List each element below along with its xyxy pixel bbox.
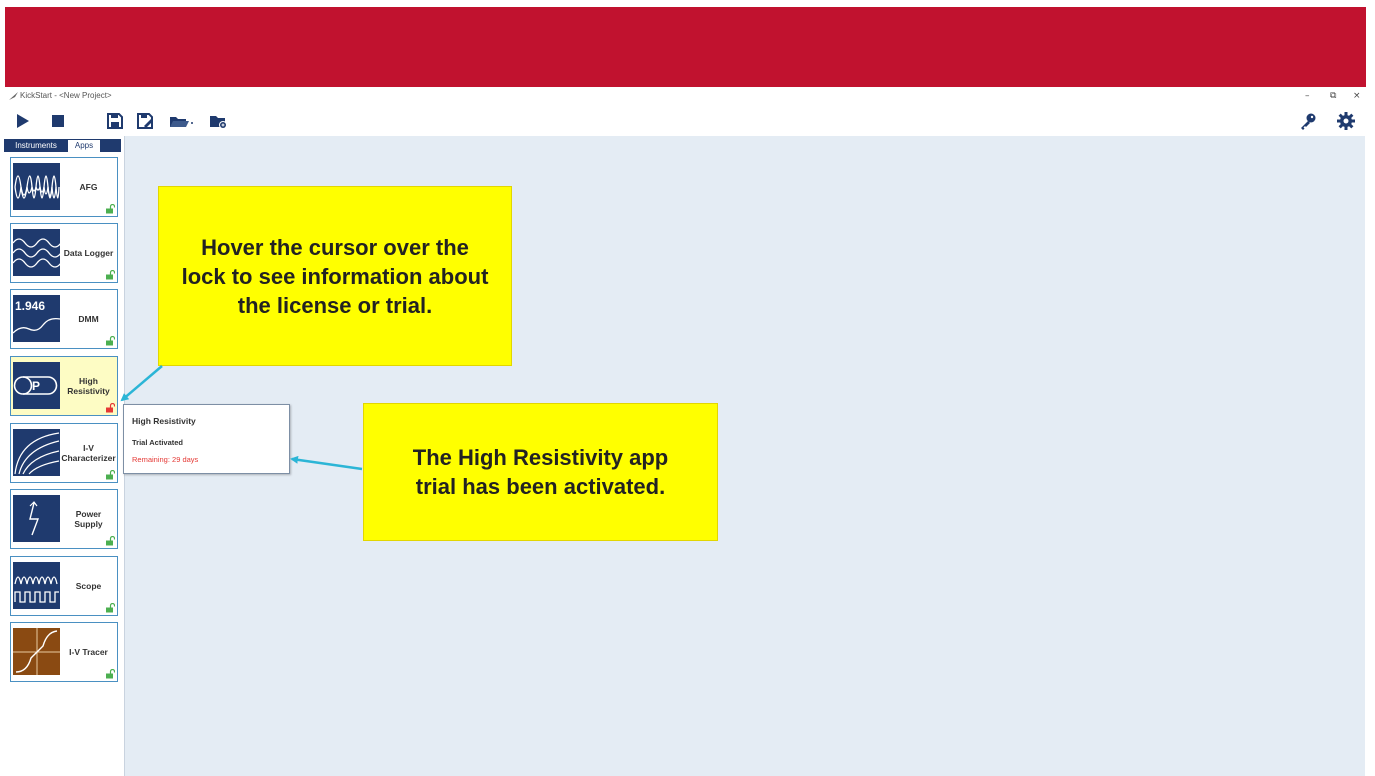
afg-waveform-icon (13, 163, 60, 210)
app-card-afg[interactable]: AFG (10, 157, 118, 217)
app-card-iv-characterizer[interactable]: I-V Characterizer (10, 423, 118, 483)
app-card-high-resistivity[interactable]: P High Resistivity (10, 356, 118, 416)
license-tooltip: High Resistivity Trial Activated Remaini… (123, 404, 290, 474)
tooltip-status: Trial Activated (132, 438, 183, 447)
tab-instruments[interactable]: Instruments (5, 140, 67, 152)
window-title: KickStart - <New Project> (20, 91, 112, 100)
app-card-iv-tracer[interactable]: I-V Tracer (10, 622, 118, 682)
sidebar-tabs: Instruments Apps (4, 139, 121, 152)
scope-icon (13, 562, 60, 609)
settings-gear-icon[interactable] (1336, 111, 1356, 131)
lock-open-icon[interactable] (105, 204, 115, 214)
close-button[interactable]: × (1353, 91, 1361, 101)
callout-lock-hint: Hover the cursor over the lock to see in… (158, 186, 512, 366)
callout-text: The High Resistivity app trial has been … (412, 445, 669, 499)
header-banner (5, 7, 1366, 87)
tab-apps[interactable]: Apps (68, 140, 100, 152)
lock-open-icon[interactable] (105, 270, 115, 280)
lock-open-icon[interactable] (105, 336, 115, 346)
restore-button[interactable]: ⧉ (1330, 91, 1336, 101)
lock-open-icon[interactable] (105, 470, 115, 480)
run-icon[interactable] (13, 111, 33, 131)
lock-open-icon[interactable] (105, 603, 115, 613)
sidebar: Instruments Apps AFG Data Logger 1.946 D… (0, 136, 125, 776)
callout-trial-info: The High Resistivity app trial has been … (363, 403, 718, 541)
toolbar (0, 106, 1375, 136)
window-titlebar: KickStart - <New Project> – ⧉ × (0, 88, 1375, 106)
lock-trial-icon[interactable] (105, 403, 115, 413)
license-key-icon[interactable] (1298, 111, 1318, 131)
iv-characterizer-icon (13, 429, 60, 476)
lock-open-icon[interactable] (105, 669, 115, 679)
dmm-icon: 1.946 (13, 295, 60, 342)
callout-text: Hover the cursor over the lock to see in… (181, 234, 489, 318)
window-edge (1365, 88, 1375, 776)
resistivity-symbol: P (32, 379, 40, 393)
minimize-button[interactable]: – (1305, 91, 1310, 101)
lock-open-icon[interactable] (105, 536, 115, 546)
app-card-scope[interactable]: Scope (10, 556, 118, 616)
save-as-icon[interactable] (135, 111, 155, 131)
app-card-data-logger[interactable]: Data Logger (10, 223, 118, 283)
data-logger-icon (13, 229, 60, 276)
new-folder-icon[interactable] (208, 111, 228, 131)
power-supply-icon (13, 495, 60, 542)
save-icon[interactable] (105, 111, 125, 131)
app-logo-icon (9, 92, 18, 100)
dmm-reading: 1.946 (15, 299, 45, 313)
tooltip-title: High Resistivity (132, 416, 196, 426)
open-folder-icon[interactable] (168, 111, 196, 131)
high-resistivity-icon: P (13, 362, 60, 409)
stop-icon[interactable] (48, 111, 68, 131)
app-card-dmm[interactable]: 1.946 DMM (10, 289, 118, 349)
app-card-power-supply[interactable]: Power Supply (10, 489, 118, 549)
tooltip-remaining: Remaining: 29 days (132, 455, 199, 464)
iv-tracer-icon (13, 628, 60, 675)
